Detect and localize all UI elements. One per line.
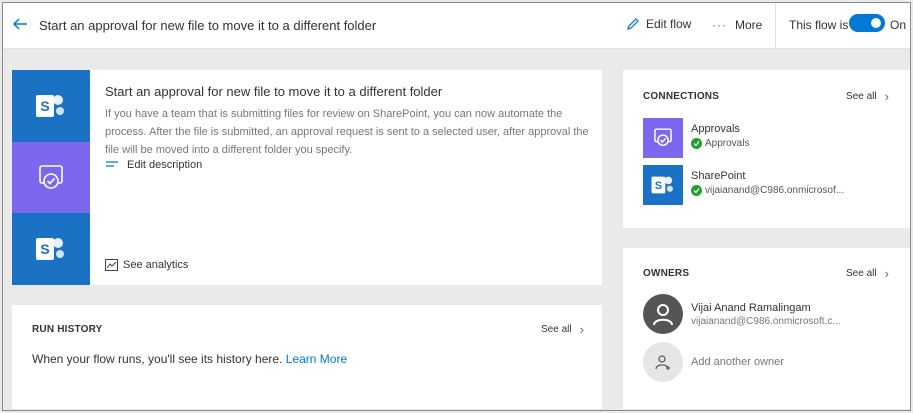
learn-more-link[interactable]: Learn More bbox=[286, 352, 347, 366]
flow-toggle-state: On bbox=[890, 18, 907, 32]
connection-detail: vijaianand@C986.onmicrosof... bbox=[691, 185, 844, 196]
approvals-tile bbox=[643, 118, 683, 158]
connection-sharepoint[interactable]: S SharePoint vijaianand@C986.onmicrosof.… bbox=[643, 165, 903, 207]
connector-icon-strip: S S bbox=[12, 70, 90, 285]
see-analytics-link[interactable]: See analytics bbox=[105, 259, 188, 271]
sharepoint-icon: S bbox=[651, 176, 673, 194]
flow-description-card: S S Start an approval for new file to mo… bbox=[12, 70, 602, 285]
see-all-label: See all bbox=[846, 91, 877, 102]
owners-card: OWNERS See all › Vijai Anand Ramalingam … bbox=[623, 248, 910, 409]
add-person-avatar bbox=[643, 342, 683, 382]
connection-text: Approvals Approvals bbox=[691, 118, 749, 149]
svg-text:S: S bbox=[655, 180, 662, 192]
approvals-icon bbox=[39, 165, 63, 189]
pencil-icon bbox=[627, 18, 639, 30]
flow-title: Start an approval for new file to move i… bbox=[105, 84, 443, 99]
connection-approvals[interactable]: Approvals Approvals bbox=[643, 118, 903, 160]
header-divider bbox=[775, 3, 776, 49]
chevron-right-icon: › bbox=[884, 266, 889, 281]
more-dots-icon: ··· bbox=[712, 18, 727, 32]
app-frame: Start an approval for new file to move i… bbox=[2, 2, 911, 411]
back-arrow-icon[interactable] bbox=[11, 15, 29, 33]
see-analytics-label: See analytics bbox=[123, 259, 189, 271]
connection-account: Approvals bbox=[705, 138, 750, 149]
connection-text: SharePoint vijaianand@C986.onmicrosof... bbox=[691, 165, 844, 196]
edit-description-link[interactable]: Edit description bbox=[105, 159, 202, 171]
run-history-title: RUN HISTORY bbox=[32, 324, 103, 335]
connections-card: CONNECTIONS See all › Approvals Approval… bbox=[623, 70, 910, 228]
connections-title: CONNECTIONS bbox=[643, 91, 720, 102]
empty-history-message: When your flow runs, you'll see its hist… bbox=[32, 352, 283, 366]
connections-see-all[interactable]: See all › bbox=[846, 89, 889, 104]
flow-toggle[interactable] bbox=[849, 14, 885, 32]
connection-name: SharePoint bbox=[691, 170, 746, 182]
see-all-label: See all bbox=[541, 324, 572, 335]
run-history-card: RUN HISTORY See all › When your flow run… bbox=[12, 305, 602, 409]
add-owner-button[interactable]: Add another owner bbox=[643, 342, 903, 382]
sharepoint-tile: S bbox=[12, 70, 90, 142]
check-circle-icon bbox=[691, 138, 702, 149]
svg-text:S: S bbox=[40, 98, 49, 114]
owner-text: Vijai Anand Ramalingam vijaianand@C986.o… bbox=[691, 302, 841, 327]
more-button[interactable]: ··· More bbox=[712, 18, 762, 32]
sharepoint-tile: S bbox=[643, 165, 683, 205]
owners-see-all[interactable]: See all › bbox=[846, 266, 889, 281]
add-person-icon bbox=[655, 355, 670, 370]
avatar bbox=[643, 294, 683, 334]
edit-flow-label: Edit flow bbox=[646, 17, 692, 31]
edit-flow-button[interactable]: Edit flow bbox=[626, 17, 691, 31]
approvals-tile bbox=[12, 142, 90, 214]
run-history-see-all[interactable]: See all › bbox=[541, 322, 584, 337]
svg-text:S: S bbox=[40, 241, 49, 257]
see-all-label: See all bbox=[846, 268, 877, 279]
edit-description-label: Edit description bbox=[127, 159, 203, 171]
chevron-right-icon: › bbox=[579, 322, 584, 337]
sharepoint-tile-2: S bbox=[12, 213, 90, 285]
person-icon bbox=[653, 304, 673, 326]
page-title: Start an approval for new file to move i… bbox=[39, 18, 377, 33]
sharepoint-icon: S bbox=[36, 95, 64, 117]
owner-name: Vijai Anand Ramalingam bbox=[691, 301, 811, 314]
chevron-right-icon: › bbox=[884, 89, 889, 104]
connection-account: vijaianand@C986.onmicrosof... bbox=[705, 185, 845, 196]
owners-title: OWNERS bbox=[643, 268, 690, 279]
owner-email: vijaianand@C986.onmicrosoft.c... bbox=[691, 315, 841, 327]
check-circle-icon bbox=[691, 185, 702, 196]
header-bar: Start an approval for new file to move i… bbox=[3, 3, 910, 49]
more-label: More bbox=[735, 18, 763, 32]
sharepoint-icon: S bbox=[36, 238, 64, 260]
add-owner-label: Add another owner bbox=[691, 356, 784, 368]
flow-status-label: This flow is bbox=[789, 18, 849, 32]
connection-name: Approvals bbox=[691, 123, 740, 135]
connection-detail: Approvals bbox=[691, 138, 749, 149]
flow-description-text: If you have a team that is submitting fi… bbox=[105, 108, 589, 156]
edit-lines-icon bbox=[106, 161, 118, 167]
owner-item[interactable]: Vijai Anand Ramalingam vijaianand@C986.o… bbox=[643, 294, 903, 334]
run-history-empty-text: When your flow runs, you'll see its hist… bbox=[32, 352, 347, 366]
analytics-icon bbox=[105, 259, 118, 271]
approvals-icon bbox=[654, 128, 672, 147]
